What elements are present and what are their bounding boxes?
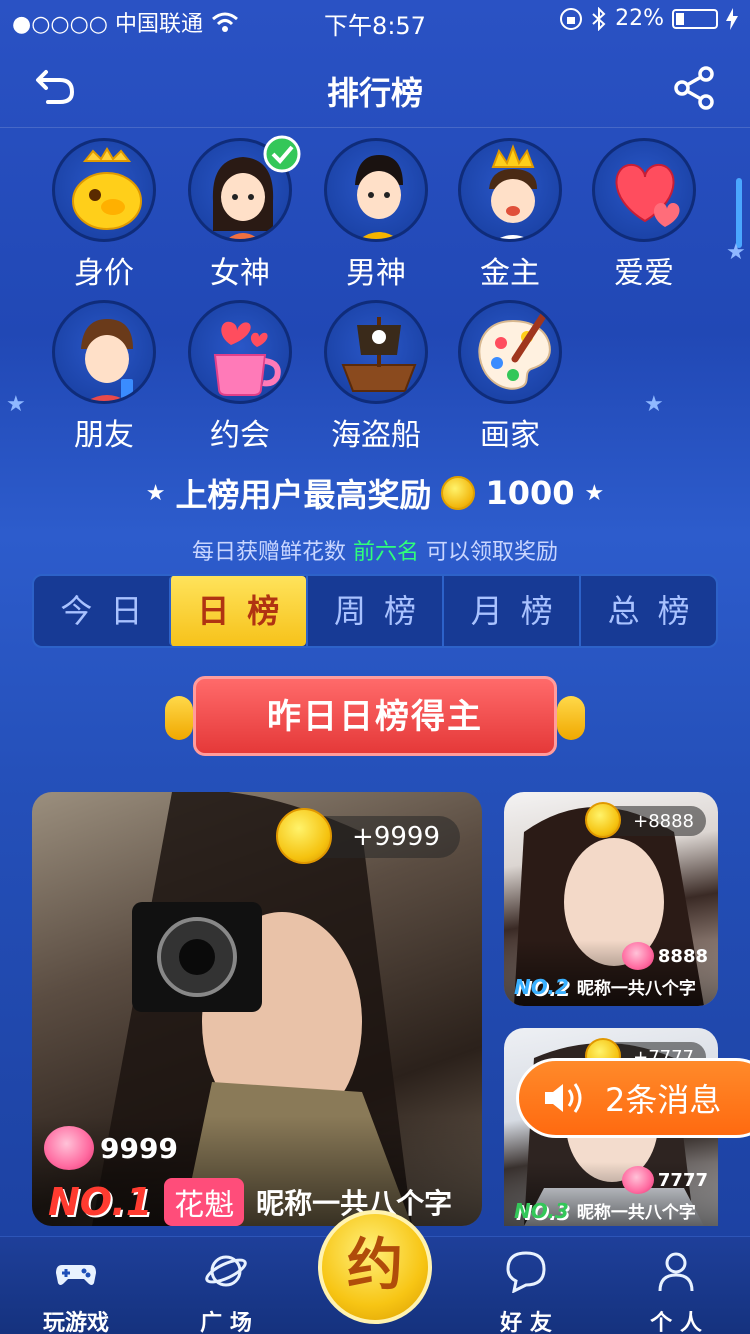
nav-bar: 排行榜 — [0, 48, 750, 128]
ranking-tabs: 今日 日榜 周榜 月榜 总榜 — [32, 574, 718, 648]
nickname: 昵称一共八个字 — [576, 1203, 696, 1223]
gamepad-icon — [56, 1265, 96, 1285]
status-bar: ●○○○○ 中国联通 下午8:57 22% — [0, 0, 750, 40]
reward-note-highlight: 前六名 — [352, 540, 419, 565]
category-label: 画家 — [480, 418, 540, 453]
category-nvshen[interactable]: 女神 — [180, 135, 301, 292]
category-label: 约会 — [210, 418, 270, 453]
star-icon: ★ — [584, 480, 605, 506]
category-yuehui[interactable]: 约会 — [180, 300, 300, 454]
winner-card-1[interactable]: +9999 9999 NO.1 花魁 昵称一共八个字 — [32, 792, 482, 1226]
verified-check-icon — [263, 135, 301, 173]
reward-amount: 1000 — [485, 474, 575, 512]
rank-label: NO.1 — [48, 1180, 153, 1224]
coin-amount: +8888 — [633, 810, 694, 832]
rank-label: NO.2 — [514, 974, 569, 999]
star-decoration: ★ — [726, 240, 746, 265]
tab-label: 玩游戏 — [42, 1311, 109, 1334]
coin-icon — [585, 802, 622, 838]
speaker-icon — [545, 1083, 582, 1113]
coin-badge: +9999 — [276, 808, 460, 864]
tab-monthly[interactable]: 月榜 — [442, 576, 579, 646]
winner-banner: 昨日日榜得主 — [165, 668, 585, 768]
tab-friends[interactable]: 好 友 — [466, 1249, 586, 1334]
rank-label: NO.3 — [514, 1198, 569, 1223]
scroll-indicator — [736, 178, 742, 248]
share-icon[interactable] — [670, 62, 720, 112]
message-count: 2条消息 — [605, 1081, 722, 1119]
category-label: 男神 — [346, 256, 406, 291]
category-jinzhu[interactable]: 金主 — [450, 138, 570, 292]
lock-rotation-icon — [560, 7, 583, 30]
coin-icon — [441, 476, 476, 510]
coin-amount: +9999 — [352, 822, 440, 852]
tab-label: 好 友 — [500, 1311, 552, 1334]
category-huajia[interactable]: 画家 — [450, 300, 570, 454]
banner-title: 昨日日榜得主 — [193, 676, 557, 756]
tab-label: 广 场 — [200, 1311, 252, 1334]
nickname: 昵称一共八个字 — [576, 979, 696, 999]
banner-knob — [165, 696, 193, 740]
golden-pig-icon — [72, 147, 142, 230]
person-icon — [658, 1252, 694, 1292]
flower-count: 8888 — [657, 945, 708, 967]
rose-icon — [621, 1166, 654, 1194]
star-decoration: ★ — [6, 392, 26, 417]
reward-title: 上榜用户最高奖励 — [175, 476, 432, 514]
coin-icon — [276, 808, 333, 864]
category-label: 金主 — [480, 256, 540, 291]
crowned-boy-icon — [489, 144, 537, 239]
banner-knob — [557, 696, 585, 740]
category-label: 身价 — [74, 256, 134, 291]
planet-icon — [205, 1255, 247, 1287]
reward-note-suffix: 可以领取奖励 — [426, 540, 559, 565]
yue-button[interactable]: 约 — [318, 1210, 432, 1324]
tab-daily[interactable]: 日榜 — [168, 576, 306, 646]
category-pengyou[interactable]: 朋友 — [44, 300, 164, 454]
rose-icon — [44, 1126, 94, 1170]
tab-play-games[interactable]: 玩游戏 — [16, 1249, 136, 1334]
bluetooth-icon — [592, 6, 606, 31]
rose-icon — [621, 942, 654, 970]
category-label: 海盗船 — [331, 418, 421, 453]
winner-card-2[interactable]: +8888 8888 NO.2 昵称一共八个字 — [504, 792, 718, 1006]
page-title: 排行榜 — [326, 74, 423, 112]
flower-count: 9999 — [100, 1131, 178, 1165]
star-icon: ★ — [145, 480, 166, 506]
flower-count: 7777 — [657, 1169, 708, 1191]
battery-icon — [672, 8, 718, 29]
battery-percent: 22% — [615, 6, 664, 31]
coin-badge: +8888 — [585, 802, 706, 838]
love-cup-icon — [213, 321, 281, 396]
friend-icon — [81, 319, 133, 401]
category-nanshen[interactable]: 男神 — [316, 138, 436, 292]
category-shenjia[interactable]: 身价 — [44, 138, 164, 292]
title-badge: 花魁 — [164, 1178, 245, 1226]
category-label: 朋友 — [74, 418, 134, 453]
reward-section: ★ 上榜用户最高奖励 1000 ★ 每日获赠鲜花数 前六名 可以领取奖励 — [0, 470, 750, 566]
star-decoration: ★ — [644, 392, 664, 417]
tab-total[interactable]: 总榜 — [579, 576, 716, 646]
category-label: 爱爱 — [614, 256, 674, 291]
tab-profile[interactable]: 个 人 — [616, 1249, 736, 1334]
tab-label: 个 人 — [650, 1311, 702, 1334]
reward-note-prefix: 每日获赠鲜花数 — [191, 540, 346, 565]
chat-bubble-icon — [506, 1251, 546, 1294]
tab-square[interactable]: 广 场 — [166, 1249, 286, 1334]
tab-weekly[interactable]: 周榜 — [305, 576, 443, 646]
male-god-icon — [355, 155, 403, 239]
message-toast[interactable]: 2条消息 — [516, 1058, 750, 1138]
category-haidaochuan[interactable]: 海盗船 — [316, 300, 436, 454]
pirate-ship-icon — [341, 317, 417, 392]
tab-today[interactable]: 今日 — [34, 576, 169, 646]
category-label: 女神 — [210, 256, 270, 291]
hearts-icon — [615, 163, 680, 227]
category-grid: 身价 女神 男神 金主 爱爱 朋友 约会 海盗船 画家 — [0, 130, 750, 453]
app-screen: ●○○○○ 中国联通 下午8:57 22% 排行榜 身价 女神 男神 金主 爱爱… — [0, 0, 750, 1334]
category-aiai[interactable]: 爱爱 — [584, 138, 704, 292]
palette-icon — [478, 309, 551, 390]
charging-icon — [726, 7, 738, 30]
